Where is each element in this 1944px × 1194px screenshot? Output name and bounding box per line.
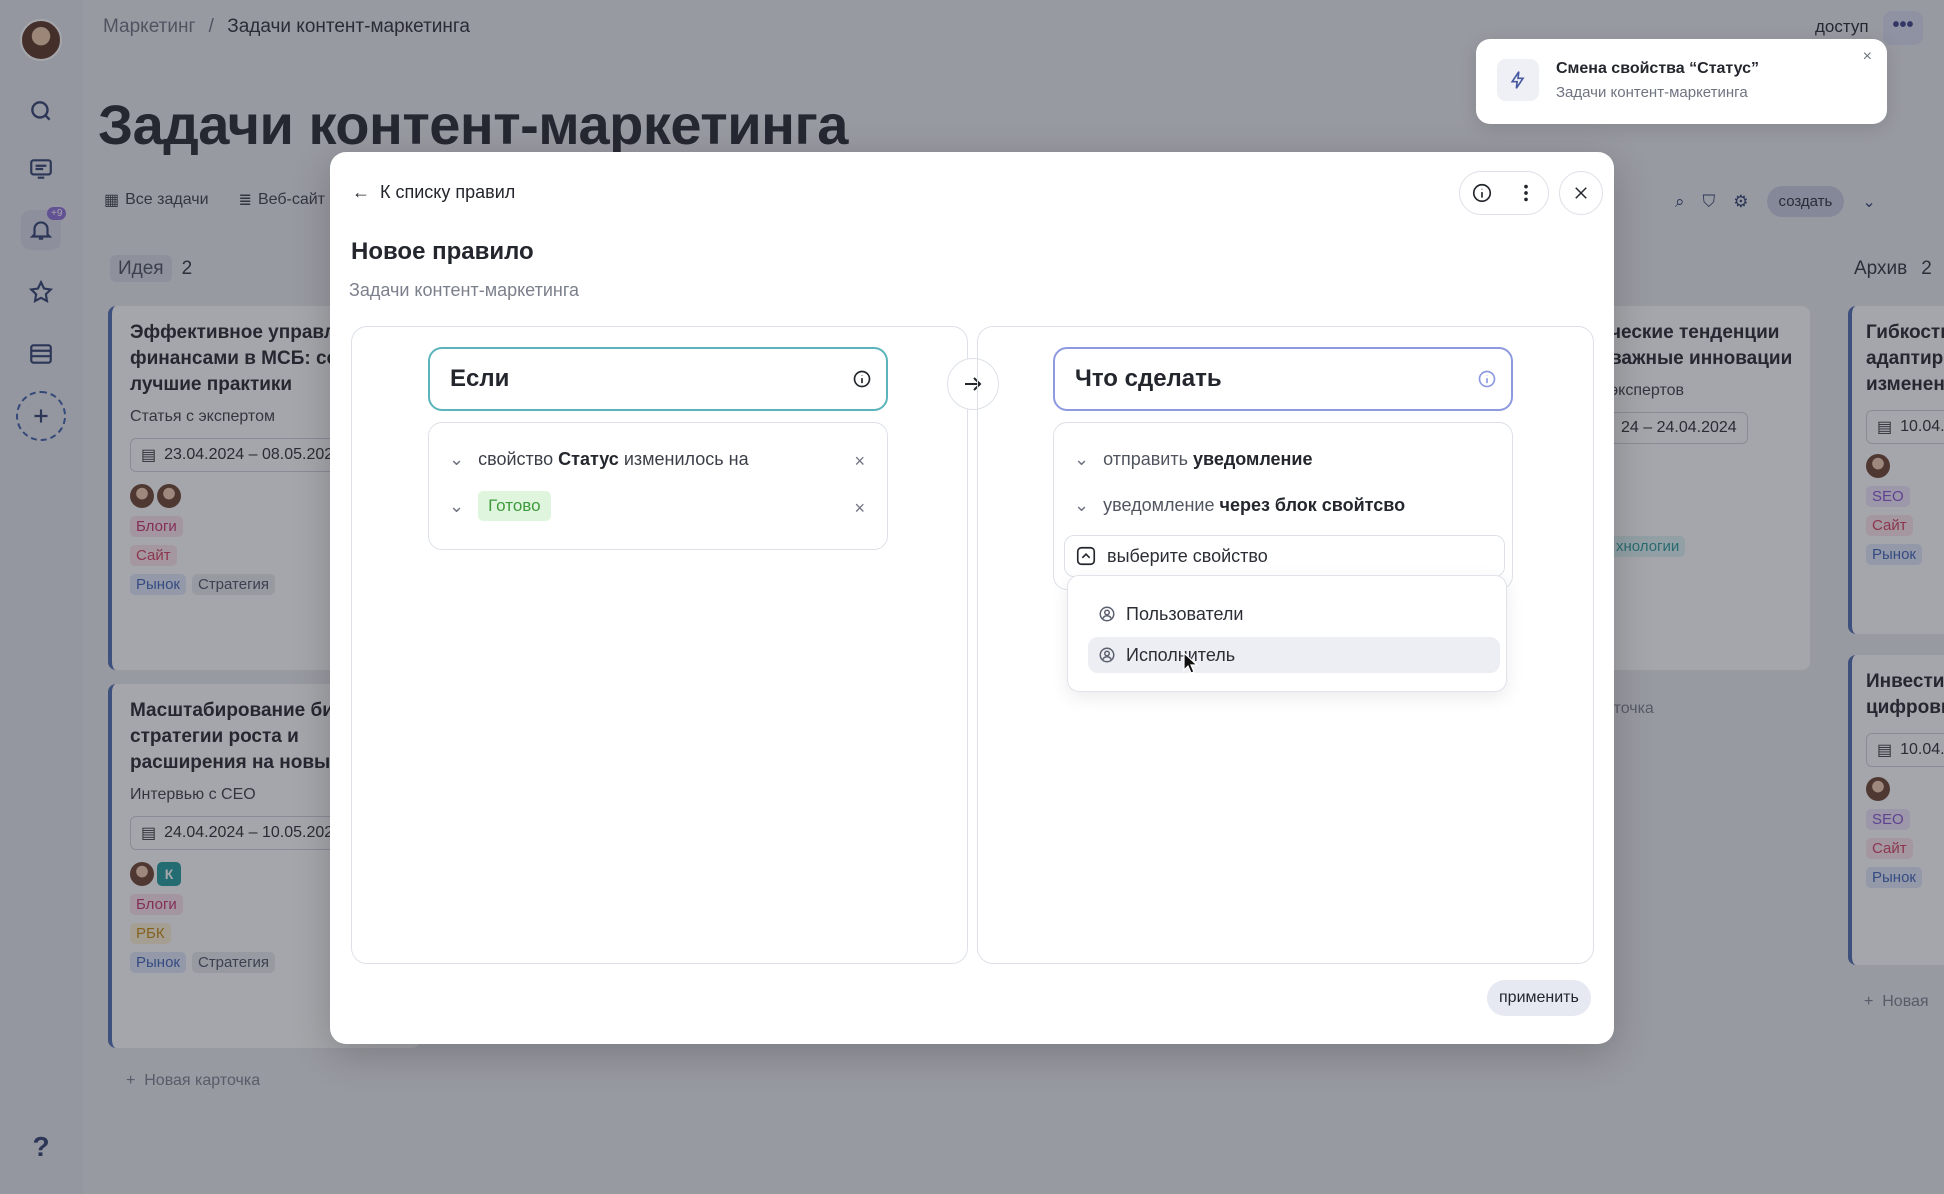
chevron-down-icon[interactable]: ⌄ <box>1074 449 1089 470</box>
chevron-up-icon <box>1076 546 1096 566</box>
action-row[interactable]: ⌄ отправить уведомление <box>1074 449 1313 470</box>
chevron-down-icon[interactable]: ⌄ <box>449 449 464 470</box>
rule-modal: ← К списку правил Новое правило Задачи к… <box>330 152 1614 1044</box>
close-modal-button[interactable] <box>1559 171 1603 215</box>
mouse-cursor-icon <box>1183 652 1199 674</box>
property-dropdown: Пользователи Исполнитель <box>1067 575 1507 692</box>
if-pane: Если ⌄ свойство Статус изменилось на × ⌄… <box>351 326 968 964</box>
user-circle-icon <box>1099 647 1115 663</box>
value-row[interactable]: ⌄ Готово <box>449 491 551 521</box>
if-condition-box: ⌄ свойство Статус изменилось на × ⌄ Гото… <box>428 422 888 550</box>
chevron-down-icon[interactable]: ⌄ <box>1074 495 1089 516</box>
info-icon[interactable] <box>1477 369 1497 389</box>
if-header: Если <box>428 347 888 411</box>
chevron-down-icon[interactable]: ⌄ <box>449 496 464 517</box>
then-action-box: ⌄ отправить уведомление ⌄ уведомление че… <box>1053 422 1513 692</box>
action-text: отправить уведомление <box>1103 449 1313 469</box>
close-icon <box>1575 187 1587 199</box>
then-header: Что сделать <box>1053 347 1513 411</box>
info-icon[interactable] <box>1460 172 1504 214</box>
property-select[interactable]: выберите свойство <box>1064 535 1505 577</box>
action-row[interactable]: ⌄ уведомление через блок свойтсво <box>1074 495 1405 516</box>
status-value-badge: Готово <box>478 491 551 521</box>
back-label: К списку правил <box>380 182 516 202</box>
condition-text: свойство Статус изменилось на <box>478 449 749 469</box>
remove-value-button[interactable]: × <box>854 498 865 519</box>
modal-subtitle: Задачи контент-маркетинга <box>349 280 580 300</box>
close-icon[interactable]: × <box>1863 48 1872 66</box>
then-pane: Что сделать ⌄ отправить уведомление ⌄ ув… <box>977 326 1594 964</box>
modal-title: Новое правило <box>351 238 534 265</box>
more-vertical-icon[interactable] <box>1504 172 1548 214</box>
then-header-label: Что сделать <box>1075 365 1222 392</box>
back-to-rules-link[interactable]: ← К списку правил <box>352 182 515 203</box>
user-circle-icon <box>1099 606 1115 622</box>
if-header-label: Если <box>450 365 510 392</box>
option-label: Пользователи <box>1126 603 1244 624</box>
info-icon[interactable] <box>852 369 872 389</box>
modal-action-group <box>1459 171 1549 215</box>
notification-toast[interactable]: Смена свойства “Статус” Задачи контент-м… <box>1476 39 1887 124</box>
remove-condition-button[interactable]: × <box>854 451 865 472</box>
toast-subtitle: Задачи контент-маркетинга <box>1556 84 1748 101</box>
dropdown-option-users[interactable]: Пользователи <box>1088 596 1500 632</box>
arrow-left-icon: ← <box>352 182 370 202</box>
condition-row[interactable]: ⌄ свойство Статус изменилось на <box>449 449 749 470</box>
dropdown-option-assignee[interactable]: Исполнитель <box>1088 637 1500 673</box>
apply-button[interactable]: применить <box>1487 980 1591 1016</box>
select-placeholder: выберите свойство <box>1107 545 1268 566</box>
option-label: Исполнитель <box>1126 644 1236 665</box>
lightning-icon <box>1497 59 1539 101</box>
action-text: уведомление через блок свойтсво <box>1103 495 1406 515</box>
modal-header-actions <box>1459 171 1603 215</box>
toast-title: Смена свойства “Статус” <box>1556 60 1760 77</box>
